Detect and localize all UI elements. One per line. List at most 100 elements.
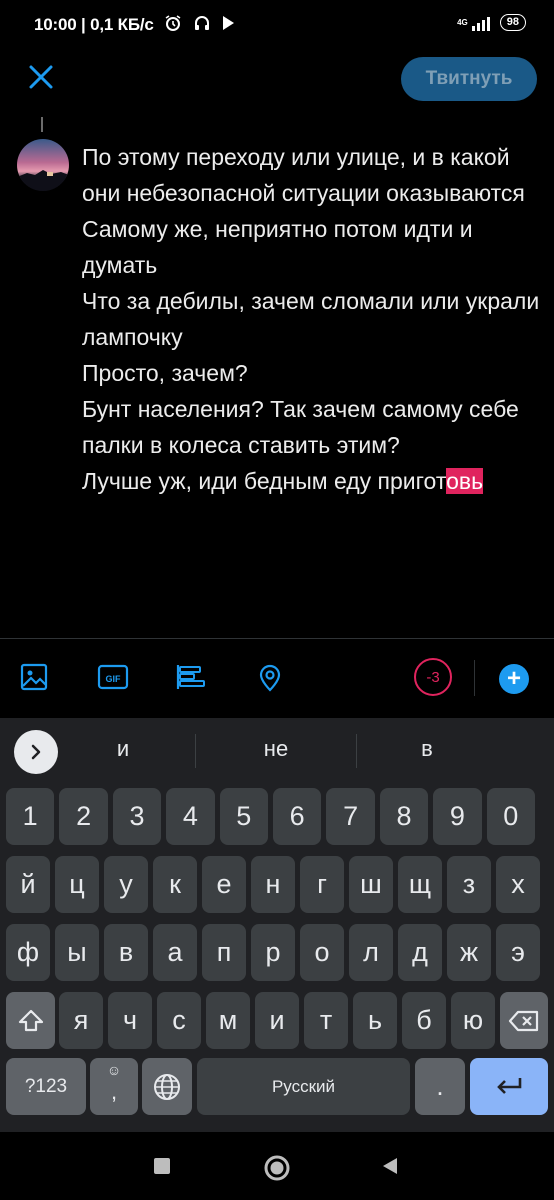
key[interactable]: з <box>447 856 491 913</box>
key[interactable]: м <box>206 992 250 1049</box>
status-left: 10:00 | 0,1 КБ/с <box>34 14 235 37</box>
backspace-icon <box>508 1010 539 1031</box>
tweet-compose-text[interactable]: По этому переходу или улице, и в какой о… <box>82 139 542 499</box>
compose-last-line: Лучше уж, иди бедным еду пригот <box>82 468 447 494</box>
globe-icon <box>154 1073 180 1100</box>
compose-line: Просто, зачем? <box>82 360 248 386</box>
key[interactable]: д <box>398 924 442 981</box>
compose-line: По этому переходу или улице, и в какой о… <box>82 144 525 206</box>
tweet-button[interactable]: Твитнуть <box>401 57 537 101</box>
key[interactable]: 3 <box>112 788 162 845</box>
key[interactable]: щ <box>398 856 442 913</box>
back-icon[interactable] <box>380 1156 400 1176</box>
key[interactable]: 5 <box>219 788 268 845</box>
backspace-key[interactable] <box>500 992 548 1049</box>
overflow-text: овь <box>446 468 484 494</box>
key[interactable]: б <box>402 992 446 1049</box>
recent-apps-icon[interactable] <box>152 1156 172 1176</box>
compose-line: Лучше уж, иди бедным еду приготовь <box>82 463 542 499</box>
key[interactable]: ы <box>55 924 99 981</box>
status-time: 10:00 <box>34 14 77 34</box>
key[interactable]: о <box>300 924 344 981</box>
key[interactable]: е <box>202 856 246 913</box>
symbols-key[interactable]: ?123 <box>6 1058 86 1115</box>
key[interactable]: п <box>202 924 246 981</box>
comma-label: , <box>110 1078 118 1104</box>
comma-emoji-key[interactable]: ☺ , <box>90 1058 138 1115</box>
navigation-bar <box>0 1132 554 1200</box>
key[interactable]: н <box>251 856 295 913</box>
key[interactable]: э <box>496 924 540 981</box>
key[interactable]: т <box>304 992 348 1049</box>
headphones-icon <box>193 14 211 37</box>
enter-key[interactable] <box>470 1058 548 1115</box>
key[interactable]: у <box>104 856 148 913</box>
space-key[interactable]: Русский <box>197 1058 410 1115</box>
shift-key[interactable] <box>6 992 55 1049</box>
battery-indicator: 98 <box>499 14 526 31</box>
key[interactable]: ю <box>451 992 495 1049</box>
key[interactable]: 0 <box>486 788 535 845</box>
key[interactable]: а <box>153 924 197 981</box>
alarm-icon <box>164 14 182 37</box>
key[interactable]: ф <box>6 924 50 981</box>
suggestion-word[interactable]: и <box>73 736 173 762</box>
character-counter: -3 <box>414 658 452 696</box>
key[interactable]: л <box>349 924 393 981</box>
key[interactable]: ш <box>349 856 393 913</box>
compose-line: Что за дебилы, зачем сломали или украли … <box>82 288 540 350</box>
key[interactable]: ц <box>55 856 99 913</box>
key[interactable]: ь <box>353 992 397 1049</box>
avatar[interactable] <box>17 139 69 191</box>
enter-icon <box>497 1077 522 1094</box>
status-bar: 10:00 | 0,1 КБ/с 4G 98 <box>0 0 554 50</box>
play-icon <box>221 15 235 36</box>
compose-line: Бунт населения? Так зачем самому себе па… <box>82 396 519 458</box>
key[interactable]: ч <box>108 992 152 1049</box>
key[interactable]: в <box>104 924 148 981</box>
status-right: 4G 98 <box>457 14 526 31</box>
suggestion-divider <box>356 734 357 768</box>
key[interactable]: х <box>496 856 540 913</box>
location-icon[interactable] <box>253 660 287 694</box>
compose-toolbar: GIF <box>0 638 554 719</box>
key[interactable]: я <box>59 992 103 1049</box>
keyboard: и не в 1234567890йцукенгшщзхфывапролджэя… <box>0 718 554 1132</box>
home-icon[interactable] <box>262 1153 292 1183</box>
key[interactable]: 7 <box>326 788 375 845</box>
gif-icon[interactable]: GIF <box>96 660 130 694</box>
suggestion-word[interactable]: не <box>226 736 326 762</box>
toolbar-divider <box>474 660 475 696</box>
suggestion-word[interactable]: в <box>377 736 477 762</box>
image-icon[interactable] <box>17 660 51 694</box>
emoji-icon: ☺ <box>106 1062 122 1078</box>
period-key[interactable]: . <box>415 1058 465 1115</box>
poll-icon[interactable] <box>174 660 208 694</box>
suggestion-divider <box>195 734 196 768</box>
key[interactable]: й <box>6 856 50 913</box>
language-key[interactable] <box>142 1058 192 1115</box>
key[interactable]: 4 <box>166 788 215 845</box>
status-network-speed: 0,1 КБ/с <box>90 14 154 34</box>
compose-line: Самому же, неприятно потом идти и думать <box>82 216 473 278</box>
key[interactable]: 2 <box>59 788 108 845</box>
add-tweet-button[interactable]: + <box>499 664 529 694</box>
network-type: 4G <box>457 17 468 27</box>
suggestion-bar: и не в <box>0 718 554 784</box>
key[interactable]: 6 <box>273 788 322 845</box>
key[interactable]: к <box>153 856 197 913</box>
gif-label: GIF <box>106 674 122 684</box>
key[interactable]: и <box>255 992 299 1049</box>
key[interactable]: 8 <box>379 788 429 845</box>
shift-icon <box>18 1009 43 1031</box>
signal-icon <box>471 15 490 31</box>
key[interactable]: 9 <box>433 788 482 845</box>
key[interactable]: р <box>251 924 295 981</box>
expand-icon[interactable] <box>14 730 58 774</box>
key[interactable]: 1 <box>6 788 55 845</box>
close-icon[interactable] <box>26 62 56 92</box>
key[interactable]: г <box>300 856 344 913</box>
key[interactable]: с <box>157 992 201 1049</box>
key[interactable]: ж <box>447 924 491 981</box>
thread-line <box>41 117 43 132</box>
